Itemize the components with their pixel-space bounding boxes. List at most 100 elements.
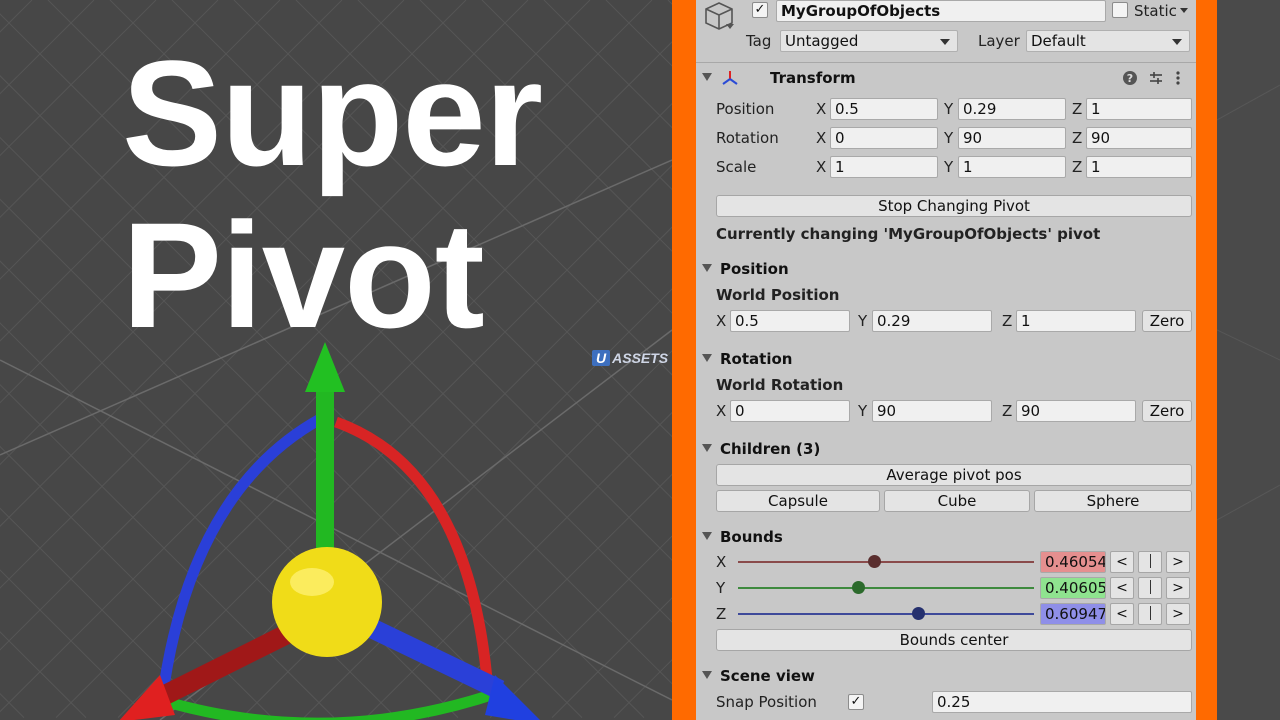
- bounds-center-marker-button[interactable]: [1138, 577, 1162, 599]
- rotation-section-title: Rotation: [720, 350, 793, 368]
- bounds-slider-knob[interactable]: [912, 607, 926, 620]
- bounds-value-field[interactable]: 0.46054: [1040, 551, 1106, 573]
- zero-rotation-button[interactable]: Zero: [1142, 400, 1192, 422]
- help-icon[interactable]: ?: [1122, 70, 1138, 86]
- bounds-slider-knob[interactable]: [868, 555, 882, 568]
- foldout-triangle-icon: [702, 73, 712, 81]
- position-foldout[interactable]: Position: [702, 259, 789, 279]
- bounds-center-button[interactable]: Bounds center: [716, 629, 1192, 651]
- z-axis-arrow-icon[interactable]: [485, 675, 545, 720]
- bounds-value-field[interactable]: 0.60947: [1040, 603, 1106, 625]
- bounds-next-button[interactable]: >: [1166, 603, 1190, 625]
- world-position-z-field[interactable]: 1: [1016, 310, 1136, 332]
- transform-axes-icon: [722, 71, 738, 85]
- bounds-center-marker-button[interactable]: [1138, 603, 1162, 625]
- bounds-value-field[interactable]: 0.40605: [1040, 577, 1106, 599]
- bounds-axis-label: X: [716, 553, 727, 571]
- world-rotation-z-field[interactable]: 90: [1016, 400, 1136, 422]
- chevron-down-icon[interactable]: [726, 24, 734, 29]
- axis-y-label: Y: [944, 158, 954, 176]
- snap-position-label: Snap Position: [716, 693, 817, 711]
- y-axis-arrow-icon[interactable]: [305, 342, 345, 392]
- layer-label: Layer: [978, 32, 1020, 50]
- child-sphere-button[interactable]: Sphere: [1034, 490, 1192, 512]
- watermark-text: ASSETS: [612, 350, 669, 366]
- transform-title: Transform: [770, 69, 856, 87]
- stop-changing-pivot-button[interactable]: Stop Changing Pivot: [716, 195, 1192, 217]
- bounds-title: Bounds: [720, 528, 783, 546]
- axis-y-label: Y: [858, 402, 868, 420]
- center-line-icon: [1149, 606, 1151, 620]
- scale-z-field[interactable]: 1: [1086, 156, 1192, 178]
- static-label: Static: [1134, 2, 1177, 20]
- foldout-triangle-icon: [702, 671, 712, 679]
- scene-view[interactable]: Super Pivot U ASSETS: [0, 0, 672, 720]
- pivot-center-sphere[interactable]: [272, 547, 382, 657]
- pivot-gizmo[interactable]: [100, 330, 580, 720]
- bounds-center-marker-button[interactable]: [1138, 551, 1162, 573]
- axis-x-label: X: [816, 158, 827, 176]
- tag-value: Untagged: [785, 32, 859, 50]
- sliders-icon[interactable]: [1148, 70, 1164, 86]
- zero-position-button[interactable]: Zero: [1142, 310, 1192, 332]
- world-position-x-field[interactable]: 0.5: [730, 310, 850, 332]
- check-icon: ✓: [850, 694, 862, 709]
- static-chevron-down-icon[interactable]: [1180, 8, 1188, 13]
- bounds-prev-button[interactable]: <: [1110, 577, 1134, 599]
- assets-watermark: U ASSETS: [592, 350, 668, 366]
- children-title: Children (3): [720, 440, 821, 458]
- snap-position-field[interactable]: 0.25: [932, 691, 1192, 713]
- chevron-down-icon: [1172, 39, 1182, 45]
- bounds-slider-track[interactable]: [738, 561, 1034, 563]
- average-pivot-pos-button[interactable]: Average pivot pos: [716, 464, 1192, 486]
- axis-y-label: Y: [944, 100, 954, 118]
- scale-x-field[interactable]: 1: [830, 156, 938, 178]
- child-cube-button[interactable]: Cube: [884, 490, 1030, 512]
- active-checkbox[interactable]: ✓: [752, 2, 768, 18]
- axis-x-label: X: [716, 402, 727, 420]
- rotation-y-field[interactable]: 90: [958, 127, 1066, 149]
- rotation-x-field[interactable]: 0: [830, 127, 938, 149]
- rotation-label: Rotation: [716, 129, 779, 147]
- axis-z-label: Z: [1002, 312, 1013, 330]
- static-checkbox[interactable]: [1112, 2, 1128, 18]
- axis-z-label: Z: [1002, 402, 1013, 420]
- bounds-next-button[interactable]: >: [1166, 551, 1190, 573]
- rotation-arc-green[interactable]: [158, 686, 502, 720]
- axis-z-label: Z: [1072, 100, 1083, 118]
- bounds-slider-knob[interactable]: [852, 581, 866, 594]
- bounds-prev-button[interactable]: <: [1110, 603, 1134, 625]
- position-z-field[interactable]: 1: [1086, 98, 1192, 120]
- axis-x-label: X: [716, 312, 727, 330]
- bounds-slider-track[interactable]: [738, 587, 1034, 589]
- rotation-z-field[interactable]: 90: [1086, 127, 1192, 149]
- world-rotation-y-field[interactable]: 90: [872, 400, 992, 422]
- world-rotation-x-field[interactable]: 0: [730, 400, 850, 422]
- object-name-field[interactable]: MyGroupOfObjects: [776, 0, 1106, 22]
- title-super: Super: [122, 29, 543, 197]
- bounds-slider-track[interactable]: [738, 613, 1034, 615]
- position-y-field[interactable]: 0.29: [958, 98, 1066, 120]
- bounds-axis-label: Z: [716, 605, 727, 623]
- position-x-field[interactable]: 0.5: [830, 98, 938, 120]
- svg-text:?: ?: [1127, 72, 1133, 85]
- axis-x-label: X: [816, 129, 827, 147]
- axis-y-label: Y: [944, 129, 954, 147]
- scale-y-field[interactable]: 1: [958, 156, 1066, 178]
- bounds-foldout[interactable]: Bounds: [702, 527, 783, 547]
- layer-dropdown[interactable]: Default: [1026, 30, 1190, 52]
- transform-foldout[interactable]: [702, 68, 720, 88]
- kebab-menu-icon[interactable]: [1174, 70, 1182, 86]
- child-capsule-button[interactable]: Capsule: [716, 490, 880, 512]
- bounds-next-button[interactable]: >: [1166, 577, 1190, 599]
- axis-y-label: Y: [858, 312, 868, 330]
- scene-view-foldout[interactable]: Scene view: [702, 666, 815, 686]
- world-position-y-field[interactable]: 0.29: [872, 310, 992, 332]
- rotation-foldout[interactable]: Rotation: [702, 349, 792, 369]
- tag-dropdown[interactable]: Untagged: [780, 30, 958, 52]
- bounds-prev-button[interactable]: <: [1110, 551, 1134, 573]
- snap-position-checkbox[interactable]: ✓: [848, 694, 864, 710]
- axis-z-label: Z: [1072, 158, 1083, 176]
- children-foldout[interactable]: Children (3): [702, 439, 820, 459]
- orange-frame-left: [672, 0, 696, 720]
